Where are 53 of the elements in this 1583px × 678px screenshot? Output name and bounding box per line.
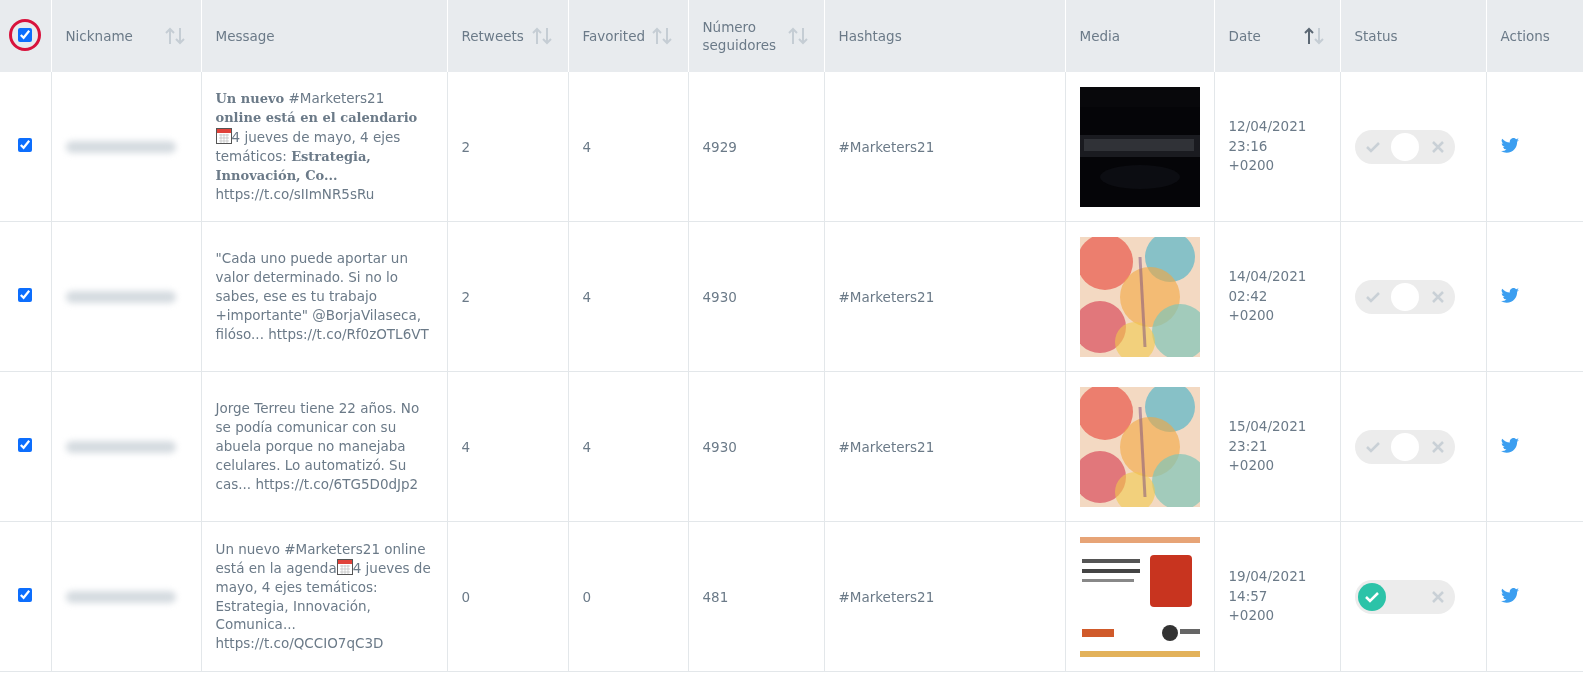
column-header: Status [1354,26,1398,46]
row-checkbox[interactable] [18,438,33,452]
close-icon [1430,289,1445,304]
hashtag-text: #Marketers21 [838,438,935,455]
table-cell: 4 [461,438,471,455]
hashtag-text: #Marketers21 [838,138,935,155]
calendar-icon [215,127,232,144]
tweet-message: "Cada uno puede aportar un valor determinado. Si no lo sabes, ese es tu trabajo +importante" @BorjaVilaseca, filóso... https://t.co/Rf0zOTL6VT [215,249,430,344]
row-checkbox[interactable] [18,588,33,602]
column-header: Message [215,26,275,46]
status-toggle[interactable] [1354,579,1455,614]
table-cell: 2 [461,138,471,155]
column-header: Date [1228,26,1261,46]
table-cell: 4 [582,438,592,455]
date-text: 15/04/2021 23:21 +0200 [1228,417,1308,476]
bird-icon[interactable] [1500,137,1519,153]
row-checkbox[interactable] [18,288,33,302]
bird-icon[interactable] [1500,287,1519,303]
table-cell: 481 [702,588,729,605]
date-text: 14/04/2021 02:42 +0200 [1228,267,1308,326]
status-toggle[interactable] [1354,279,1455,314]
table-cell: 4930 [702,288,737,305]
date-text: 12/04/2021 23:16 +0200 [1228,117,1308,176]
column-header: Favorited [582,26,646,46]
hashtag-text: #Marketers21 [838,588,935,605]
status-toggle[interactable] [1354,429,1455,464]
column-header: Hashtags [838,26,902,46]
table-cell: 4 [582,138,592,155]
close-icon [1430,589,1445,604]
table-cell: 4929 [702,138,737,155]
close-icon [1430,139,1445,154]
status-toggle[interactable] [1354,129,1455,164]
row-checkbox[interactable] [18,138,33,152]
date-text: 19/04/2021 14:57 +0200 [1228,567,1308,626]
close-icon [1430,439,1445,454]
column-header: Retweets [461,26,524,46]
hashtag-text: #Marketers21 [838,288,935,305]
table-cell: 4 [582,288,592,305]
table-cell: 4930 [702,438,737,455]
table-cell: 0 [461,588,471,605]
column-header: Número seguidores [702,17,778,55]
select-all-checkbox[interactable] [18,27,33,42]
tweet-message: Un nuevo #Marketers21 online está en el calendario 4 jueves de mayo, 4 ejes temáticos: Estrategia, Innovación, Co... https://t.co/sIImNR5sRu [215,89,419,204]
column-header: Media [1079,26,1121,46]
table-cell: 2 [461,288,471,305]
column-header: Nickname [65,26,133,46]
calendar-icon [336,558,353,575]
bird-icon[interactable] [1500,587,1519,603]
tweet-message: Un nuevo #Marketers21 online está en la agenda 4 jueves de mayo, 4 ejes temáticos: Estrategia, Innovación, Comunica... https://t.co/QCCIO7qC3D [215,539,432,654]
tweet-message: Jorge Terreu tiene 22 años. No se podía comunicar con su abuela porque no manejaba celulares. Lo automatizó. Su cas... https://t.co/6TG5D0dJp2 [215,399,421,494]
table-cell: 0 [582,588,592,605]
bird-icon[interactable] [1500,437,1519,453]
column-header: Actions [1500,26,1550,46]
